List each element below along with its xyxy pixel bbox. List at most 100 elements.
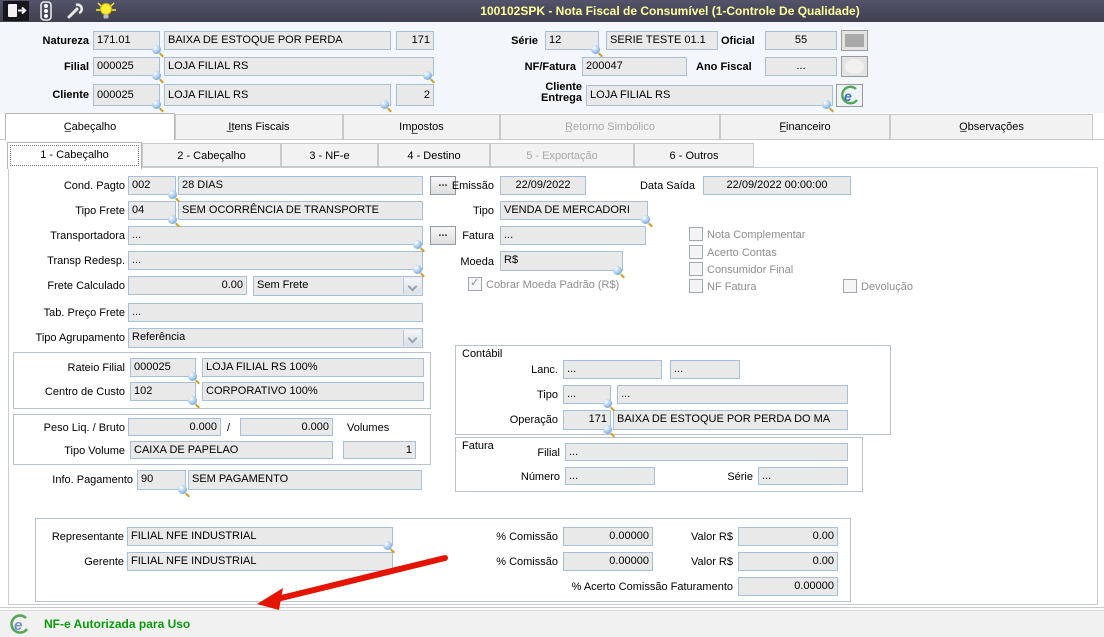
tab-impostos[interactable]: Imp̲ostos	[343, 114, 500, 139]
chevron-down-icon	[403, 330, 421, 346]
moeda-label: Moeda	[460, 256, 494, 268]
rateio-filial-desc-field[interactable]: LOJA FILIAL RS 100%	[202, 358, 424, 377]
representante-label: Representante	[51, 531, 124, 543]
serie-desc-field[interactable]: SERIE TESTE 01.1	[606, 31, 718, 50]
info-pagamento-desc-field[interactable]: SEM PAGAMENTO	[188, 470, 422, 490]
traffic-light-icon[interactable]	[34, 1, 60, 21]
natureza-code-field[interactable]: 171.01	[93, 31, 160, 50]
oficial-field[interactable]: 55	[765, 31, 837, 50]
consumidor-final-checkbox	[689, 262, 703, 276]
nf-fatura-label: NF/Fatura	[524, 61, 576, 73]
centro-custo-code-field[interactable]: 102	[130, 382, 196, 401]
ano-fiscal-button[interactable]	[841, 56, 868, 77]
contabil-tipo-desc-field[interactable]: ...	[617, 385, 848, 404]
tab-label: I̲tens Fiscais	[228, 121, 290, 133]
fatura-field[interactable]: ...	[500, 226, 646, 245]
fatura-serie-field[interactable]: ...	[758, 467, 848, 485]
lookup-icon[interactable]	[188, 372, 197, 381]
moeda-field[interactable]: R$	[500, 251, 623, 271]
tab-observacoes[interactable]: O̲bservações	[890, 114, 1093, 139]
operacao-label: Operação	[509, 414, 558, 426]
filial-desc-field[interactable]: LOJA FILIAL RS	[164, 57, 434, 76]
lookup-icon[interactable]	[641, 215, 650, 224]
cliente-entrega-field[interactable]: LOJA FILIAL RS	[586, 85, 833, 106]
pct-comissao-2-field[interactable]: 0.00000	[563, 552, 653, 571]
volumes-qty-field[interactable]: 1	[343, 441, 416, 459]
subtab-4-destino[interactable]: 4 - Destino	[378, 143, 490, 167]
tipo-volume-field[interactable]: CAIXA DE PAPELAO	[130, 441, 333, 459]
transp-redesp-field[interactable]: ...	[128, 251, 423, 270]
lookup-icon[interactable]	[152, 100, 161, 109]
subtab-6-outros[interactable]: 6 - Outros	[634, 143, 754, 167]
oficial-button[interactable]	[841, 30, 868, 51]
cliente-code-field[interactable]: 000025	[93, 84, 160, 106]
lookup-icon[interactable]	[613, 266, 622, 275]
lookup-icon[interactable]	[188, 396, 197, 405]
ano-fiscal-field[interactable]: ...	[765, 57, 837, 76]
lookup-icon[interactable]	[591, 45, 600, 54]
operacao-desc-field[interactable]: BAIXA DE ESTOQUE POR PERDA DO MA	[613, 410, 848, 430]
tipo-label: Tipo	[473, 205, 494, 217]
lookup-icon[interactable]	[168, 215, 177, 224]
lookup-icon[interactable]	[413, 265, 422, 274]
exit-icon[interactable]	[3, 1, 29, 21]
pct-comissao-1-field[interactable]: 0.00000	[563, 527, 653, 546]
frete-tipo-select[interactable]: Sem Frete	[253, 276, 423, 296]
data-saida-label: Data Saída	[639, 180, 695, 192]
natureza-desc-field[interactable]: BAIXA DE ESTOQUE POR PERDA	[164, 31, 391, 50]
acerto-comissao-field[interactable]: 0.00000	[738, 577, 838, 596]
nf-fatura-field[interactable]: 200047	[582, 57, 687, 76]
representante-field[interactable]: FILIAL NFE INDUSTRIAL	[127, 527, 393, 546]
tipo-field[interactable]: VENDA DE MERCADORI	[500, 201, 648, 220]
transportadora-field[interactable]: ...	[128, 226, 423, 245]
centro-custo-desc-field[interactable]: CORPORATIVO 100%	[202, 382, 424, 401]
lanc-field-1[interactable]: ...	[563, 360, 662, 379]
lookup-icon[interactable]	[383, 541, 392, 550]
lanc-field-2[interactable]: ...	[670, 360, 740, 379]
natureza-extra-field[interactable]: 171	[396, 31, 434, 50]
subtab-1-cabecalho[interactable]: 1 - Cabeçalho	[7, 142, 142, 169]
valor-1-label: Valor R$	[691, 531, 733, 543]
fatura-filial-field[interactable]: ...	[565, 443, 848, 461]
wrench-icon[interactable]	[64, 1, 90, 21]
valor-1-field[interactable]: 0.00	[738, 527, 838, 546]
lookup-icon[interactable]	[603, 425, 612, 434]
pct-comissao-1-label: % Comissão	[496, 531, 558, 543]
emissao-field[interactable]: 22/09/2022	[500, 176, 586, 195]
fatura-numero-field[interactable]: ...	[565, 467, 655, 485]
cliente-extra-field[interactable]: 2	[396, 84, 434, 106]
transp-redesp-label: Transp Redesp.	[47, 255, 125, 267]
lookup-icon[interactable]	[380, 100, 389, 109]
tab-preco-frete-field[interactable]: ...	[128, 303, 423, 322]
data-saida-field[interactable]: 22/09/2022 00:00:00	[703, 176, 851, 195]
tab-itens-fiscais[interactable]: I̲tens Fiscais	[175, 114, 343, 139]
tab-financeiro[interactable]: F̲inanceiro	[720, 114, 890, 139]
valor-2-field[interactable]: 0.00	[738, 552, 838, 571]
lookup-icon[interactable]	[152, 45, 161, 54]
subtab-3-nfe[interactable]: 3 - NF-e	[281, 143, 378, 167]
cliente-desc-field[interactable]: LOJA FILIAL RS	[164, 84, 391, 106]
lookup-icon[interactable]	[413, 240, 422, 249]
subtab-label: 5 - Exportação	[526, 150, 598, 162]
title-bar: 100102SPK - Nota Fiscal de Consumível (1…	[0, 0, 1104, 22]
lookup-icon[interactable]	[152, 71, 161, 80]
tipo-frete-desc-field[interactable]: SEM OCORRÊNCIA DE TRANSPORTE	[178, 201, 423, 220]
lookup-icon[interactable]	[822, 100, 831, 109]
peso-bruto-field[interactable]: 0.000	[240, 418, 333, 436]
frete-calculado-field[interactable]: 0.00	[128, 276, 247, 295]
bulb-icon[interactable]	[94, 1, 120, 21]
svg-text:e: e	[844, 88, 852, 104]
tipo-agrupamento-select[interactable]: Referência	[128, 328, 423, 348]
filial-code-field[interactable]: 000025	[93, 57, 160, 76]
subtab-2-cabecalho[interactable]: 2 - Cabeçalho	[142, 143, 281, 167]
cond-pagto-desc-field[interactable]: 28 DIAS	[178, 176, 423, 195]
lookup-icon[interactable]	[603, 399, 612, 408]
lookup-icon[interactable]	[178, 485, 187, 494]
lookup-icon[interactable]	[168, 190, 177, 199]
peso-liquido-field[interactable]: 0.000	[128, 418, 221, 436]
tipo-frete-label: Tipo Frete	[75, 205, 125, 217]
tab-cabecalho[interactable]: C̲abeçalho	[5, 113, 175, 140]
rateio-filial-code-field[interactable]: 000025	[130, 358, 196, 377]
nfe-button[interactable]: e	[836, 84, 863, 107]
lookup-icon[interactable]	[423, 71, 432, 80]
